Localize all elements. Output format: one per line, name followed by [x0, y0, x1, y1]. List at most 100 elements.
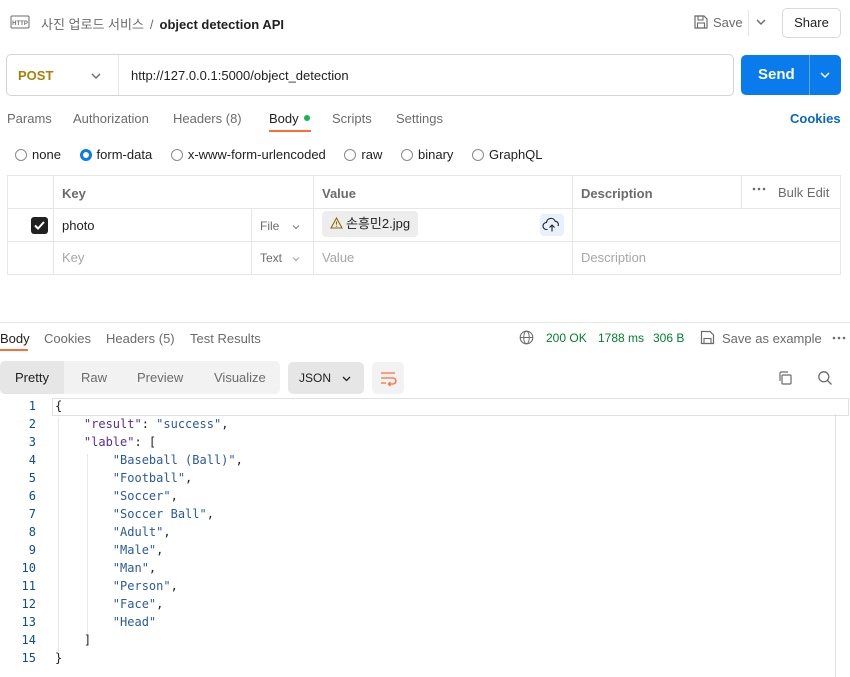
- method-select[interactable]: POST: [18, 68, 53, 83]
- view-pretty[interactable]: Pretty: [15, 370, 49, 385]
- send-button[interactable]: Send: [741, 55, 841, 95]
- line-content: "Person",: [112, 579, 178, 593]
- method-divider: [118, 55, 119, 95]
- url-input[interactable]: [131, 65, 721, 85]
- code-line[interactable]: 8 "Adult",: [0, 525, 850, 543]
- share-button[interactable]: Share: [782, 8, 841, 38]
- code-line[interactable]: 3 "lable": [: [0, 435, 850, 453]
- tab-settings[interactable]: Settings: [396, 111, 443, 126]
- chevron-down-icon[interactable]: [819, 69, 831, 81]
- radio-circle[interactable]: [401, 149, 413, 161]
- row-type-select[interactable]: File: [260, 219, 279, 233]
- more-options-icon[interactable]: [832, 336, 846, 340]
- row-key[interactable]: photo: [62, 218, 95, 233]
- code-line[interactable]: 14 ]: [0, 633, 850, 651]
- radio-graphql[interactable]: GraphQL: [472, 147, 543, 162]
- radio-circle[interactable]: [472, 149, 485, 161]
- send-label[interactable]: Send: [758, 66, 795, 83]
- table-divider: [251, 208, 252, 274]
- chevron-down-icon[interactable]: [291, 222, 301, 232]
- radio-binary[interactable]: binary: [401, 147, 453, 162]
- radio-circle-checked[interactable]: [79, 149, 92, 161]
- response-tab-headers[interactable]: Headers (5): [106, 331, 175, 346]
- radio-none[interactable]: none: [15, 147, 61, 162]
- row-checkbox[interactable]: [31, 217, 48, 234]
- tab-headers[interactable]: Headers (8): [173, 111, 242, 126]
- code-line[interactable]: 7 "Soccer Ball",: [0, 507, 850, 525]
- save-icon[interactable]: [693, 14, 709, 30]
- code-line[interactable]: 12 "Face",: [0, 597, 850, 615]
- radio-label: GraphQL: [489, 147, 543, 162]
- code-line[interactable]: 10 "Man",: [0, 561, 850, 579]
- line-number: 3: [28, 435, 36, 449]
- table-divider: [572, 176, 573, 274]
- bulk-edit-button[interactable]: Bulk Edit: [778, 185, 829, 200]
- json-string: "success": [156, 417, 222, 431]
- code-line[interactable]: 1{: [0, 399, 850, 417]
- code-line[interactable]: 6 "Soccer",: [0, 489, 850, 507]
- save-icon[interactable]: [700, 330, 715, 345]
- response-size[interactable]: 306 B: [653, 331, 684, 345]
- response-time[interactable]: 1788 ms: [598, 331, 644, 345]
- save-as-example-button[interactable]: Save as example: [722, 331, 822, 346]
- line-content: {: [55, 399, 63, 413]
- search-icon[interactable]: [817, 370, 833, 386]
- request-name[interactable]: object detection API: [160, 17, 284, 32]
- file-chip[interactable]: 손흥민2.jpg: [322, 211, 419, 237]
- radio-circle[interactable]: [170, 149, 183, 161]
- checkmark-icon: [34, 221, 45, 230]
- cookies-link[interactable]: Cookies: [790, 111, 841, 126]
- type-select-placeholder[interactable]: Text: [260, 251, 282, 265]
- line-number: 14: [21, 633, 36, 647]
- radio-label: raw: [361, 147, 383, 162]
- chevron-down-icon[interactable]: [755, 16, 767, 28]
- tab-body[interactable]: Body: [269, 111, 310, 126]
- response-body-editor[interactable]: 1{2 "result": "success", 3 "lable": [4 "B…: [0, 398, 850, 677]
- format-select[interactable]: JSON: [288, 362, 364, 394]
- view-visualize[interactable]: Visualize: [214, 370, 266, 385]
- code-line[interactable]: 9 "Male",: [0, 543, 850, 561]
- breadcrumb-collection[interactable]: 사진 업로드 서비스: [41, 17, 144, 32]
- upload-button[interactable]: [540, 214, 564, 236]
- globe-icon[interactable]: [519, 330, 534, 345]
- response-tab-cookies[interactable]: Cookies: [44, 331, 91, 346]
- line-content: ]: [55, 633, 92, 647]
- radio-urlencoded[interactable]: x-www-form-urlencoded: [170, 147, 326, 162]
- wrap-lines-button[interactable]: [372, 362, 404, 394]
- save-button[interactable]: Save: [713, 15, 743, 30]
- code-line[interactable]: 15}: [0, 651, 850, 669]
- copy-icon[interactable]: [777, 370, 793, 386]
- radio-circle[interactable]: [344, 149, 357, 161]
- radio-form-data[interactable]: form-data: [79, 147, 152, 162]
- code-line[interactable]: 4 "Baseball (Ball)",: [0, 453, 850, 471]
- view-raw[interactable]: Raw: [81, 370, 107, 385]
- status-code[interactable]: 200 OK: [546, 331, 587, 345]
- chevron-down-icon[interactable]: [90, 70, 102, 82]
- code-line[interactable]: 5 "Football",: [0, 471, 850, 489]
- value-placeholder[interactable]: Value: [322, 250, 354, 265]
- request-tabs: Params Authorization Headers (8) Body Sc…: [0, 108, 850, 132]
- line-number: 11: [21, 579, 36, 593]
- code-line[interactable]: 2 "result": "success",: [0, 417, 850, 435]
- more-options-icon[interactable]: [752, 187, 766, 191]
- line-number: 15: [21, 651, 36, 665]
- response-tab-body[interactable]: Body: [0, 331, 30, 346]
- json-string: "Football": [112, 471, 186, 485]
- code-line[interactable]: 11 "Person",: [0, 579, 850, 597]
- radio-raw[interactable]: raw: [344, 147, 382, 162]
- view-preview[interactable]: Preview: [137, 370, 183, 385]
- radio-circle[interactable]: [15, 149, 27, 161]
- key-placeholder[interactable]: Key: [62, 250, 84, 265]
- tab-scripts[interactable]: Scripts: [332, 111, 372, 126]
- editor-scrollbar[interactable]: [835, 414, 836, 677]
- code-line[interactable]: 13 "Head": [0, 615, 850, 633]
- radio-label: binary: [418, 147, 454, 162]
- table-divider: [313, 176, 314, 274]
- description-placeholder[interactable]: Description: [581, 250, 646, 265]
- tab-params[interactable]: Params: [7, 111, 52, 126]
- tab-authorization[interactable]: Authorization: [73, 111, 149, 126]
- body-indicator-dot: [303, 115, 310, 121]
- response-tab-test-results[interactable]: Test Results: [190, 331, 261, 346]
- line-number: 5: [28, 471, 36, 485]
- chevron-down-icon[interactable]: [291, 254, 301, 264]
